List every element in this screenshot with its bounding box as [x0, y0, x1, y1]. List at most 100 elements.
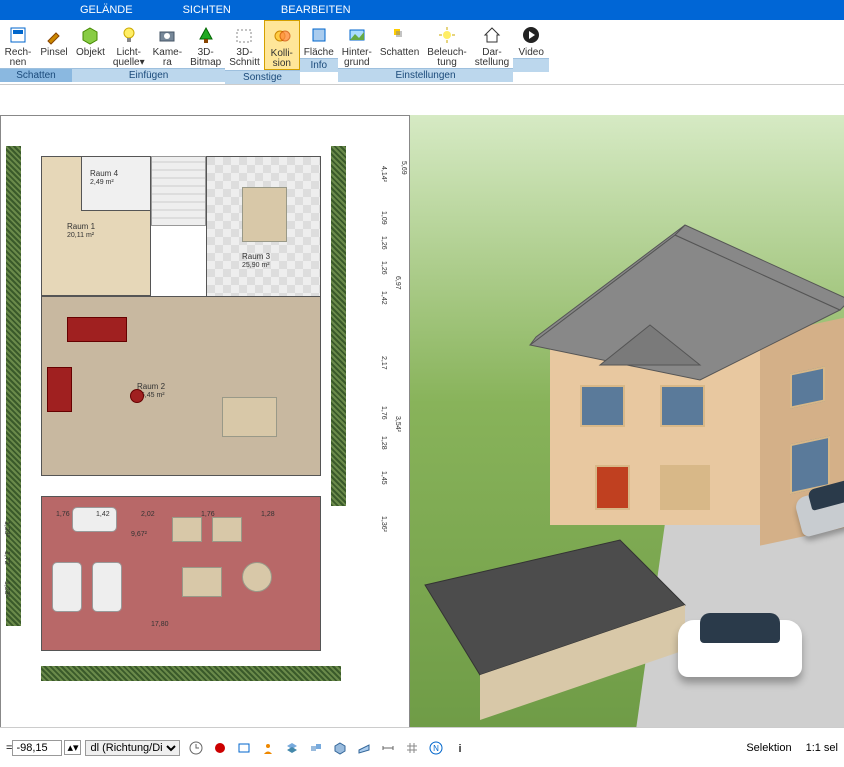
status-spinner-icon[interactable]: ▴▾	[64, 740, 81, 755]
plane-icon[interactable]	[355, 739, 373, 757]
room-3: Raum 3 25,90 m²	[206, 156, 321, 316]
north-icon[interactable]: N	[427, 739, 445, 757]
accent-shape	[130, 389, 144, 403]
ribbon-lichtquelle[interactable]: Licht- quelle▾	[109, 20, 149, 68]
view-3d[interactable]	[410, 115, 844, 755]
dim: 1,23²	[3, 581, 10, 597]
ribbon-group-einstellungen: Einstellungen	[338, 68, 513, 82]
room-3-area: 25,90 m²	[242, 262, 270, 269]
dim: 6,97	[394, 276, 401, 290]
ribbon-video[interactable]: Video	[513, 20, 549, 58]
ribbon-label: Kame- ra	[153, 48, 182, 68]
cube-group-icon[interactable]	[307, 739, 325, 757]
room-2: Raum 2 46,45 m²	[41, 296, 321, 476]
ribbon-hintergrund[interactable]: Hinter- grund	[338, 20, 376, 68]
dim: 2,02	[141, 511, 155, 518]
ribbon-group-info: Info	[300, 58, 338, 72]
ribbon-kollision[interactable]: Kolli- sion	[264, 20, 300, 70]
ribbon-label: Schatten	[380, 48, 419, 58]
ribbon-label: Dar- stellung	[475, 48, 509, 68]
layers-icon[interactable]	[283, 739, 301, 757]
brush-icon	[43, 24, 65, 46]
svg-text:i: i	[459, 743, 462, 755]
ribbon-label: Fläche	[304, 48, 334, 58]
menu-sichten[interactable]: SICHTEN	[183, 4, 231, 16]
clock-icon[interactable]	[187, 739, 205, 757]
menu-bearbeiten[interactable]: BEARBEITEN	[281, 4, 351, 16]
dim-tool-icon[interactable]	[379, 739, 397, 757]
tree-icon	[195, 24, 217, 46]
dim: 2,17	[380, 356, 387, 370]
object-icon	[79, 24, 101, 46]
dim: 9,67²	[131, 531, 147, 538]
dim: 1,28	[261, 511, 275, 518]
staircase	[151, 156, 206, 226]
ribbon-label: Kolli- sion	[271, 49, 293, 69]
ribbon-label: Video	[519, 48, 544, 58]
ribbon-toolbar: Rech- nen Pinsel Schatten Objekt Licht- …	[0, 20, 844, 85]
ribbon-group-sonstige: Sonstige	[225, 70, 300, 84]
car-3d-white	[670, 605, 810, 685]
garage-3d	[420, 535, 680, 715]
background-icon	[346, 24, 368, 46]
status-direction-select[interactable]: dl (Richtung/Di	[85, 740, 180, 756]
dim-right: 5,69	[400, 161, 407, 175]
car-plan-3	[72, 507, 117, 532]
lighting-icon	[436, 24, 458, 46]
record-icon[interactable]	[211, 739, 229, 757]
car-plan-1	[52, 562, 82, 612]
calculate-icon	[7, 24, 29, 46]
ribbon-objekt[interactable]: Objekt	[72, 20, 109, 68]
ribbon-label: Rech- nen	[5, 48, 32, 68]
dining-table	[242, 187, 287, 242]
ribbon-group-einfuegen: Einfügen	[72, 68, 225, 82]
dim: 17,80	[151, 621, 169, 628]
garage-area	[41, 496, 321, 651]
ribbon-label: Pinsel	[40, 48, 67, 58]
plan-view-2d[interactable]: Raum 1 20,11 m² Raum 4 2,49 m² Raum 3 25…	[0, 115, 410, 755]
sofa-2	[47, 367, 72, 412]
cube-icon[interactable]	[331, 739, 349, 757]
ribbon-label: 3D- Bitmap	[190, 48, 221, 68]
ribbon-3dbitmap[interactable]: 3D- Bitmap	[186, 20, 225, 68]
dim: 1,26	[380, 236, 387, 250]
ribbon-rechnen[interactable]: Rech- nen	[0, 20, 36, 68]
ribbon-label: Licht- quelle▾	[113, 48, 145, 68]
lightbulb-icon	[118, 24, 140, 46]
dim: 1,76	[56, 511, 70, 518]
screen-icon[interactable]	[235, 739, 253, 757]
person-icon[interactable]	[259, 739, 277, 757]
ribbon-group-video	[513, 58, 549, 72]
menu-gelaende[interactable]: GELÄNDE	[80, 4, 133, 16]
dim: 3,54²	[394, 416, 401, 432]
camera-icon	[156, 24, 178, 46]
ribbon-group-schatten: Schatten	[0, 68, 72, 82]
area-icon	[308, 24, 330, 46]
svg-text:N: N	[434, 744, 440, 753]
menu-bar: GELÄNDE SICHTEN BEARBEITEN	[0, 0, 844, 20]
ribbon-beleuchtung[interactable]: Beleuch- tung	[423, 20, 470, 68]
ribbon-darstellung[interactable]: Dar- stellung	[471, 20, 513, 68]
dim: 1,09	[380, 211, 387, 225]
ribbon-label: Hinter- grund	[342, 48, 372, 68]
ribbon-flaeche[interactable]: Fläche	[300, 20, 338, 58]
car-plan-2	[92, 562, 122, 612]
room-1-area: 20,11 m²	[67, 232, 94, 239]
dim: 1,76	[201, 511, 215, 518]
table-2	[222, 397, 277, 437]
dim: 1,26	[380, 261, 387, 275]
room-4-area: 2,49 m²	[90, 179, 114, 186]
ribbon-pinsel[interactable]: Pinsel	[36, 20, 72, 68]
status-value-input[interactable]	[12, 740, 62, 756]
house-icon	[481, 24, 503, 46]
dim: 1,72	[3, 551, 10, 565]
room-4: Raum 4 2,49 m²	[81, 156, 151, 211]
ribbon-kamera[interactable]: Kame- ra	[149, 20, 186, 68]
dim: 1,28	[380, 436, 387, 450]
ribbon-3dschnitt[interactable]: 3D- Schnitt	[225, 20, 264, 70]
ribbon-label: 3D- Schnitt	[229, 48, 260, 68]
ribbon-label: Objekt	[76, 48, 105, 58]
info-icon[interactable]: i	[451, 739, 469, 757]
grid-icon[interactable]	[403, 739, 421, 757]
ribbon-schatten[interactable]: Schatten	[376, 20, 423, 68]
